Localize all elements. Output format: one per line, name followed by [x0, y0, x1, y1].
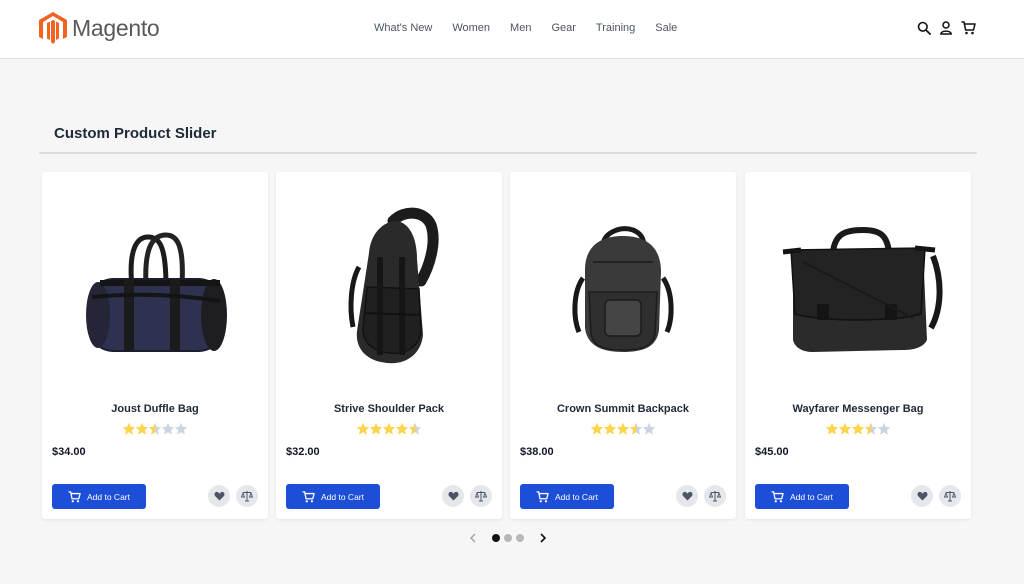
nav-item-training[interactable]: Training [596, 20, 635, 36]
wishlist-button[interactable] [676, 485, 698, 507]
star-icon [135, 422, 149, 435]
product-price: $32.00 [286, 446, 320, 458]
chevron-right-icon [540, 533, 547, 543]
star-icon [864, 422, 878, 435]
site-header: Magento What's New Women Men Gear Traini… [0, 0, 1024, 59]
slider-prev-button[interactable] [466, 530, 480, 546]
account-icon[interactable] [937, 19, 955, 37]
product-image-messenger-bag[interactable] [745, 192, 971, 392]
add-to-cart-label: Add to Cart [321, 491, 364, 502]
product-card[interactable]: Joust Duffle Bag $34.00 Add to Cart [42, 172, 268, 519]
add-to-cart-button[interactable]: Add to Cart [52, 484, 146, 509]
star-icon [629, 422, 643, 435]
star-icon [395, 422, 409, 435]
star-icon [356, 422, 370, 435]
star-icon [369, 422, 383, 435]
scale-icon [475, 491, 487, 502]
star-icon [603, 422, 617, 435]
magento-logo-icon [39, 12, 67, 44]
header-actions [915, 19, 981, 37]
slider-dot-1[interactable] [492, 534, 500, 542]
chevron-left-icon [470, 533, 476, 543]
section-title: Custom Product Slider [54, 125, 217, 142]
star-icon [161, 422, 175, 435]
product-name[interactable]: Wayfarer Messenger Bag [745, 403, 971, 415]
star-icon [838, 422, 852, 435]
cart-icon [771, 490, 784, 502]
add-to-cart-label: Add to Cart [790, 491, 833, 502]
main-nav: What's New Women Men Gear Training Sale [374, 20, 697, 36]
rating-stars [42, 422, 268, 436]
shoulder-pack-image [348, 207, 439, 364]
compare-button[interactable] [470, 485, 492, 507]
wishlist-button[interactable] [911, 485, 933, 507]
slider-dot-3[interactable] [516, 534, 524, 542]
nav-item-women[interactable]: Women [452, 20, 490, 36]
wishlist-button[interactable] [208, 485, 230, 507]
star-icon [642, 422, 656, 435]
star-icon [148, 422, 162, 435]
scale-icon [241, 491, 253, 502]
product-price: $38.00 [520, 446, 554, 458]
compare-button[interactable] [236, 485, 258, 507]
cart-icon [68, 490, 81, 502]
backpack-image [572, 226, 674, 352]
product-name[interactable]: Crown Summit Backpack [510, 403, 736, 415]
nav-item-sale[interactable]: Sale [655, 20, 677, 36]
product-card[interactable]: Strive Shoulder Pack $32.00 Add to Cart [276, 172, 502, 519]
add-to-cart-button[interactable]: Add to Cart [286, 484, 380, 509]
rating-stars [510, 422, 736, 436]
add-to-cart-label: Add to Cart [555, 491, 598, 502]
star-icon [877, 422, 891, 435]
duffle-bag-image [86, 232, 227, 352]
product-card[interactable]: Crown Summit Backpack $38.00 Add to Cart [510, 172, 736, 519]
product-slider: Joust Duffle Bag $34.00 Add to Cart Stri… [42, 172, 974, 519]
product-image-duffle-bag[interactable] [42, 192, 268, 392]
star-icon [382, 422, 396, 435]
star-icon [851, 422, 865, 435]
compare-button[interactable] [704, 485, 726, 507]
brand-name: Magento [72, 14, 160, 41]
nav-item-gear[interactable]: Gear [551, 20, 575, 36]
product-price: $34.00 [52, 446, 86, 458]
heart-icon [214, 491, 224, 501]
product-image-shoulder-pack[interactable] [276, 192, 502, 392]
star-icon [408, 422, 422, 435]
cart-icon[interactable] [959, 19, 977, 37]
search-icon[interactable] [915, 19, 933, 37]
star-icon [616, 422, 630, 435]
product-name[interactable]: Joust Duffle Bag [42, 403, 268, 415]
heart-icon [448, 491, 458, 501]
magento-logo[interactable]: Magento [38, 11, 160, 45]
add-to-cart-button[interactable]: Add to Cart [755, 484, 849, 509]
compare-button[interactable] [939, 485, 961, 507]
product-name[interactable]: Strive Shoulder Pack [276, 403, 502, 415]
cart-icon [536, 490, 549, 502]
nav-item-men[interactable]: Men [510, 20, 531, 36]
rating-stars [745, 422, 971, 436]
messenger-bag-image [782, 226, 943, 352]
scale-icon [709, 491, 721, 502]
star-icon [590, 422, 604, 435]
cart-icon [302, 490, 315, 502]
product-image-backpack[interactable] [510, 192, 736, 392]
nav-item-whats-new[interactable]: What's New [374, 20, 432, 36]
add-to-cart-button[interactable]: Add to Cart [520, 484, 614, 509]
rating-stars [276, 422, 502, 436]
star-icon [174, 422, 188, 435]
slider-controls [466, 530, 552, 546]
scale-icon [944, 491, 956, 502]
section-divider [39, 152, 977, 154]
slider-next-button[interactable] [536, 530, 550, 546]
heart-icon [682, 491, 692, 501]
product-card[interactable]: Wayfarer Messenger Bag $45.00 Add to Car… [745, 172, 971, 519]
star-icon [122, 422, 136, 435]
heart-icon [917, 491, 927, 501]
add-to-cart-label: Add to Cart [87, 491, 130, 502]
wishlist-button[interactable] [442, 485, 464, 507]
product-price: $45.00 [755, 446, 789, 458]
star-icon [825, 422, 839, 435]
slider-dot-2[interactable] [504, 534, 512, 542]
